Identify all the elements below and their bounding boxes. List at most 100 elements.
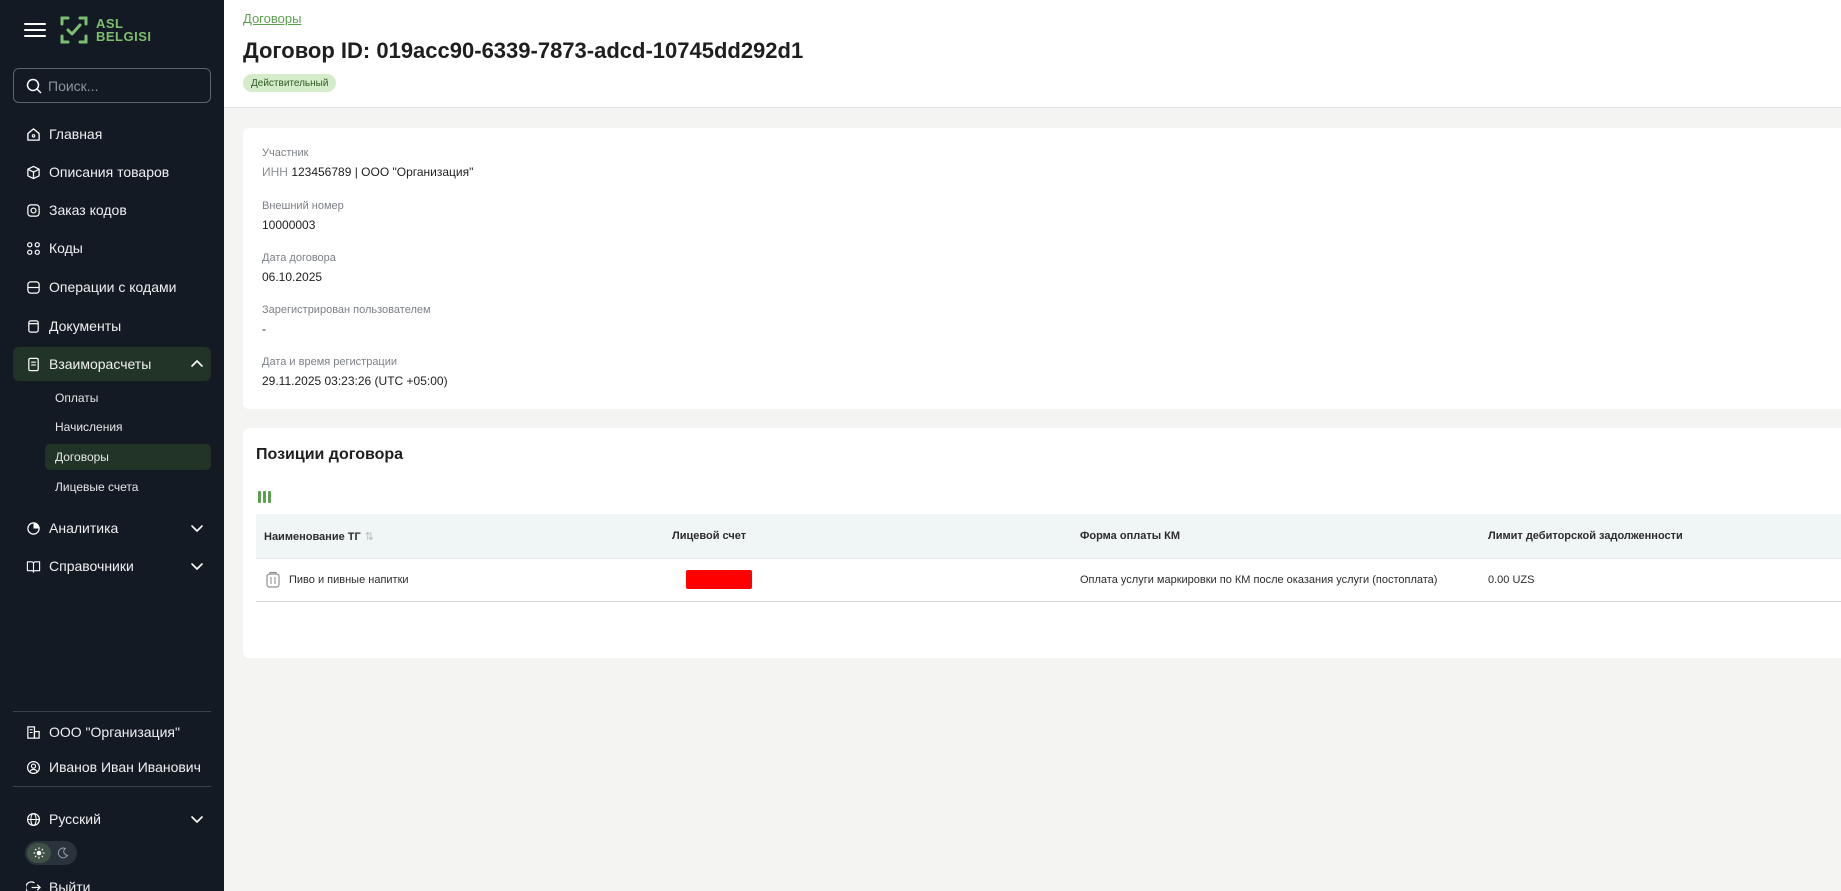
- logo-mark-icon: [60, 16, 88, 44]
- operations-icon: [25, 279, 41, 295]
- breadcrumb[interactable]: Договоры: [243, 11, 301, 26]
- search-icon: [26, 78, 42, 94]
- book-icon: [25, 558, 41, 574]
- logo[interactable]: ASL BELGISI: [58, 14, 152, 46]
- nav-item-label: Операции с кодами: [49, 279, 177, 295]
- search-input[interactable]: [48, 77, 198, 94]
- contract-date-value: 06.10.2025: [262, 270, 323, 284]
- nav-item-label: Коды: [49, 240, 83, 256]
- registered-by-value: -: [262, 322, 266, 336]
- search-box: [13, 68, 211, 103]
- nav-item-code-operations[interactable]: Операции с кодами: [13, 270, 211, 304]
- sub-item-personal-accounts[interactable]: Лицевые счета: [45, 474, 211, 500]
- sub-item-charges[interactable]: Начисления: [45, 414, 211, 440]
- column-header-payment-form: Форма оплаты КМ: [1080, 530, 1180, 542]
- theme-toggle[interactable]: [25, 841, 77, 865]
- contract-date-field: Дата договора 06.10.2025: [262, 252, 336, 284]
- nav-item-directories[interactable]: Справочники: [13, 549, 211, 583]
- cell-tg-name: Пиво и пивные напитки: [289, 574, 409, 586]
- nav-item-product-descriptions[interactable]: Описания товаров: [13, 155, 211, 189]
- status-badge: Действительный: [243, 74, 337, 92]
- sort-icon[interactable]: ⇅: [365, 531, 374, 543]
- user-name: Иванов Иван Иванович: [49, 759, 201, 775]
- cell-payment-form: Оплата услуги маркировки по КМ после ока…: [1080, 574, 1438, 586]
- redacted-account: [686, 570, 752, 589]
- menu-icon[interactable]: [24, 21, 46, 39]
- contract-positions-card: Позиции договора Наименование ТГ ⇅ Лицево…: [243, 428, 1841, 658]
- nav-item-analytics[interactable]: Аналитика: [13, 511, 211, 545]
- chevron-up-icon[interactable]: [189, 356, 205, 375]
- column-header-label: Форма оплаты КМ: [1080, 530, 1181, 542]
- registration-datetime-value: 29.11.2025 03:23:26 (UTC +05:00): [262, 374, 448, 388]
- column-header-label: Лимит дебиторской задолженности: [1488, 530, 1683, 542]
- sub-item-label: Оплаты: [55, 391, 99, 405]
- external-number-field: Внешний номер 10000003: [262, 200, 344, 232]
- moon-icon[interactable]: [51, 843, 75, 863]
- user-item[interactable]: Иванов Иван Иванович: [13, 750, 211, 784]
- participant-field: Участник ИНН 123456789 | ООО "Организаци…: [262, 147, 473, 179]
- box-icon: [25, 164, 41, 180]
- nav-item-label: Документы: [49, 318, 122, 334]
- columns-settings-icon[interactable]: [258, 491, 271, 503]
- logout-label: Выйти: [49, 879, 91, 891]
- page-title: Договор ID: 019acc90-6339-7873-adcd-1074…: [243, 38, 804, 63]
- external-number-label: Внешний номер: [262, 200, 344, 212]
- nav-item-order-codes[interactable]: Заказ кодов: [13, 193, 211, 227]
- chevron-down-icon[interactable]: [189, 558, 205, 577]
- logo-text: ASL BELGISI: [96, 17, 152, 43]
- settlements-icon: [25, 356, 41, 372]
- sub-item-contracts[interactable]: Договоры: [45, 444, 211, 470]
- sidebar-divider: [13, 711, 211, 712]
- sub-item-label: Лицевые счета: [55, 480, 139, 494]
- nav-item-settlements[interactable]: Взаиморасчеты: [13, 347, 211, 381]
- page-header: Договоры Договор ID: 019acc90-6339-7873-…: [224, 0, 1841, 108]
- nav-item-label: Взаиморасчеты: [49, 356, 152, 372]
- registration-datetime-field: Дата и время регистрации 29.11.2025 03:2…: [262, 356, 448, 388]
- nav-item-label: Заказ кодов: [49, 202, 127, 218]
- external-number-value: 10000003: [262, 218, 316, 232]
- contract-date-label: Дата договора: [262, 252, 336, 264]
- order-codes-icon: [25, 202, 41, 218]
- participant-value: 123456789 | ООО "Организация": [291, 165, 474, 179]
- nav-item-home[interactable]: Главная: [13, 117, 211, 151]
- participant-value-row: ИНН 123456789 | ООО "Организация": [262, 165, 473, 179]
- nav-item-codes[interactable]: Коды: [13, 231, 211, 265]
- main-content: Договоры Договор ID: 019acc90-6339-7873-…: [224, 0, 1841, 891]
- nav-item-documents[interactable]: Документы: [13, 309, 211, 343]
- home-icon: [25, 126, 41, 142]
- sub-item-payments[interactable]: Оплаты: [45, 385, 211, 411]
- sidebar-header: ASL BELGISI: [24, 14, 152, 46]
- building-icon: [25, 724, 41, 740]
- cell-debt-limit: 0.00 UZS: [1488, 574, 1535, 586]
- logout-item[interactable]: Выйти: [13, 870, 211, 891]
- column-header-tg-name[interactable]: Наименование ТГ ⇅: [264, 530, 374, 543]
- positions-title: Позиции договора: [256, 446, 404, 463]
- user-icon: [25, 759, 41, 775]
- inn-prefix: ИНН: [262, 165, 288, 179]
- globe-icon: [25, 811, 41, 827]
- sun-icon[interactable]: [27, 843, 51, 863]
- analytics-icon: [25, 520, 41, 536]
- codes-icon: [25, 240, 41, 256]
- language-selector[interactable]: Русский: [13, 802, 211, 836]
- sub-item-label: Начисления: [55, 420, 123, 434]
- organization-item[interactable]: ООО "Организация": [13, 715, 211, 749]
- contract-details-card: Участник ИНН 123456789 | ООО "Организаци…: [243, 128, 1841, 409]
- column-header-account: Лицевой счет: [672, 530, 746, 542]
- sub-item-label: Договоры: [55, 450, 109, 464]
- chevron-down-icon[interactable]: [189, 811, 205, 830]
- nav-item-label: Аналитика: [49, 520, 119, 536]
- registered-by-field: Зарегистрирован пользователем -: [262, 304, 431, 336]
- documents-icon: [25, 318, 41, 334]
- column-header-label: Лицевой счет: [672, 530, 747, 542]
- sidebar: ASL BELGISI Главная Описания товаров Зак…: [0, 0, 224, 891]
- participant-label: Участник: [262, 147, 309, 159]
- table-row[interactable]: Пиво и пивные напитки Оплата услуги марк…: [256, 559, 1841, 602]
- logout-icon: [25, 879, 41, 891]
- nav-item-label: Описания товаров: [49, 164, 170, 180]
- nav-item-label: Справочники: [49, 558, 134, 574]
- chevron-down-icon[interactable]: [189, 520, 205, 539]
- table-header: Наименование ТГ ⇅ Лицевой счет Форма опла…: [256, 514, 1841, 559]
- nav-item-label: Главная: [49, 126, 103, 142]
- column-header-label: Наименование ТГ: [264, 531, 361, 543]
